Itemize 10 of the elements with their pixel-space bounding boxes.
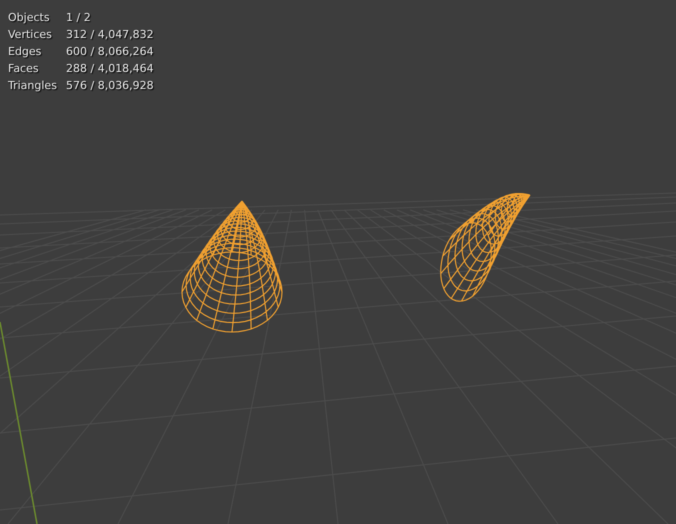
- stat-label: Edges: [8, 44, 42, 60]
- stat-label: Objects: [8, 10, 51, 26]
- stat-label: Triangles: [8, 78, 58, 94]
- stat-value: 1 / 2: [66, 10, 92, 26]
- stat-label: Vertices: [8, 27, 53, 43]
- stat-value: 312 / 4,047,832: [66, 27, 154, 43]
- stat-value: 600 / 8,066,264: [66, 44, 154, 60]
- stat-label: Faces: [8, 61, 40, 77]
- stat-value: 288 / 4,018,464: [66, 61, 154, 77]
- stat-value: 576 / 8,036,928: [66, 78, 154, 94]
